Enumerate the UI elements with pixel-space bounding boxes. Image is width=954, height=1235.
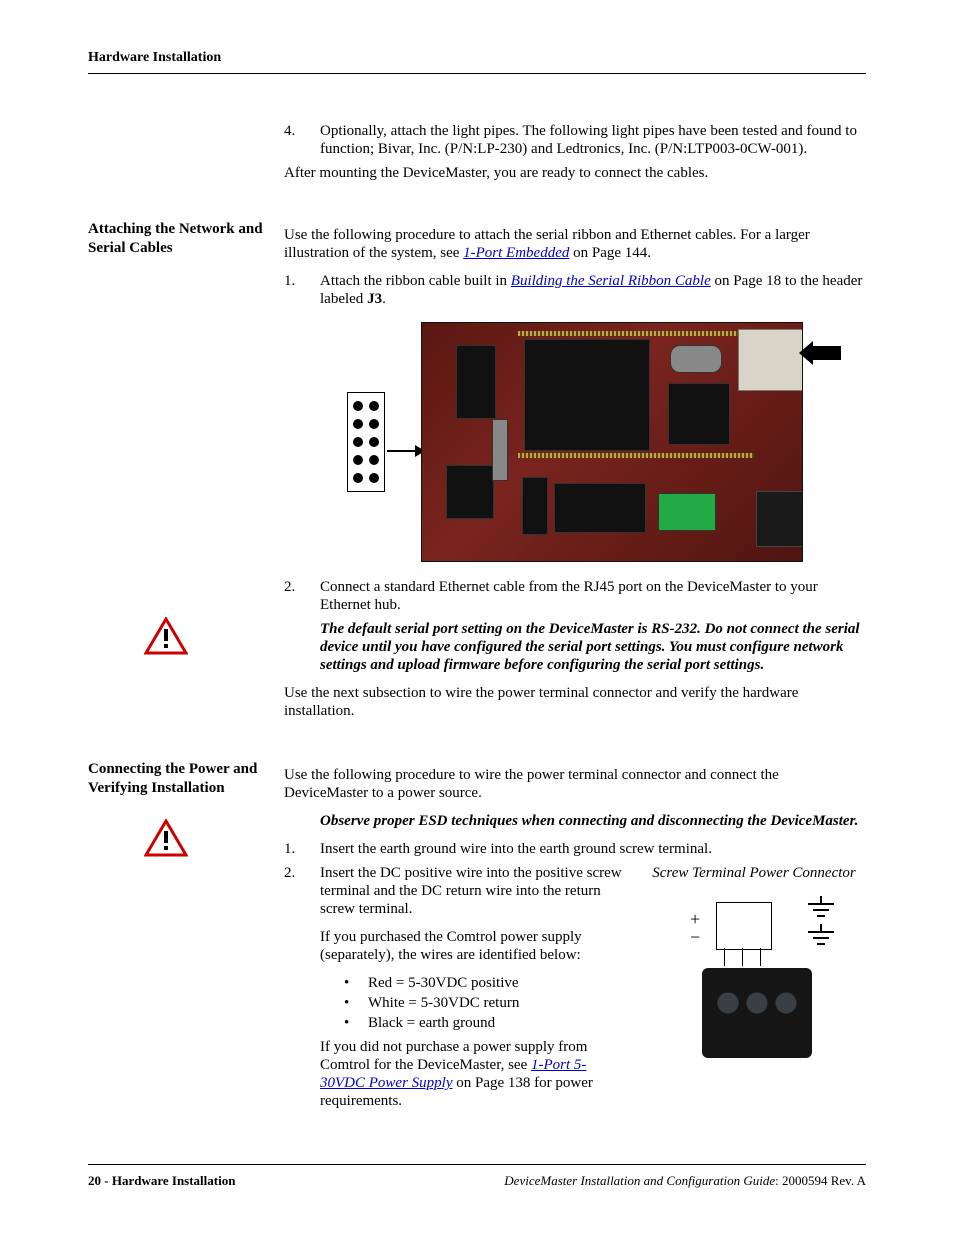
side-heading-attaching: Attaching the Network and Serial Cables — [88, 220, 278, 258]
footer-rev: : 2000594 Rev. A — [775, 1173, 866, 1188]
top-block: 4. Optionally, attach the light pipes. T… — [88, 122, 866, 192]
page-footer: 20 - Hardware Installation DeviceMaster … — [88, 1164, 866, 1189]
attaching-step-1-number: 1. — [284, 272, 306, 308]
attaching-intro: Use the following procedure to attach th… — [284, 226, 866, 262]
side-heading-connecting: Connecting the Power and Verifying Insta… — [88, 760, 278, 798]
wire-color-list: •Red = 5-30VDC positive •White = 5-30VDC… — [320, 974, 624, 1032]
attaching-step-1-a: Attach the ribbon cable built in — [320, 273, 511, 289]
ground-icon — [806, 924, 836, 955]
page: Hardware Installation 4. Optionally, att… — [0, 0, 954, 1235]
step-4-number: 4. — [284, 122, 306, 158]
list-item: •Red = 5-30VDC positive — [320, 974, 624, 992]
power-connector-icon — [756, 491, 803, 547]
connecting-step-2-number: 2. — [284, 864, 306, 1120]
step-4-text: Optionally, attach the light pipes. The … — [320, 122, 866, 158]
list-item: •White = 5-30VDC return — [320, 994, 624, 1012]
wire-red: Red = 5-30VDC positive — [368, 974, 519, 992]
screw-terminal-connector-icon — [702, 968, 812, 1058]
header-pins-icon — [347, 392, 385, 492]
no-purchase-para: If you did not purchase a power supply f… — [320, 1038, 624, 1110]
section-attaching: Attaching the Network and Serial Cables … — [88, 220, 866, 730]
j3-label: J3 — [367, 291, 382, 307]
list-item: •Black = earth ground — [320, 1014, 624, 1032]
after-mounting-text: After mounting the DeviceMaster, you are… — [284, 164, 866, 182]
minus-icon: − — [690, 928, 700, 946]
plus-icon: + — [690, 910, 700, 928]
connecting-step-1-text: Insert the earth ground wire into the ea… — [320, 840, 866, 858]
section-connecting: Connecting the Power and Verifying Insta… — [88, 760, 866, 1126]
rj45-port-icon — [738, 329, 803, 391]
warning-icon — [144, 819, 188, 857]
wire-black: Black = earth ground — [368, 1014, 495, 1032]
footer-left: 20 - Hardware Installation — [88, 1173, 235, 1189]
screw-terminal-caption: Screw Terminal Power Connector — [642, 864, 866, 882]
connecting-step-1-number: 1. — [284, 840, 306, 858]
rs232-warning: The default serial port setting on the D… — [320, 620, 866, 674]
esd-warning: Observe proper ESD techniques when conne… — [320, 812, 866, 830]
attaching-step-2: 2. Connect a standard Ethernet cable fro… — [284, 578, 866, 614]
connecting-step-2-text: Insert the DC positive wire into the pos… — [320, 864, 624, 918]
running-header: Hardware Installation — [88, 50, 866, 74]
step-4: 4. Optionally, attach the light pipes. T… — [284, 122, 866, 158]
connecting-step-2: 2. Insert the DC positive wire into the … — [284, 864, 866, 1120]
attaching-step-1-c: . — [382, 291, 386, 307]
attaching-step-1: 1. Attach the ribbon cable built in Buil… — [284, 272, 866, 308]
attaching-step-2-number: 2. — [284, 578, 306, 614]
footer-title: DeviceMaster Installation and Configurat… — [504, 1173, 775, 1188]
connecting-step-1: 1. Insert the earth ground wire into the… — [284, 840, 866, 858]
wire-white: White = 5-30VDC return — [368, 994, 519, 1012]
warning-icon — [144, 617, 188, 655]
ground-icon — [806, 896, 836, 927]
attaching-step-1-body: Attach the ribbon cable built in Buildin… — [320, 272, 866, 308]
link-1port-embedded[interactable]: 1-Port Embedded — [463, 245, 569, 261]
arrow-to-rj45-icon — [811, 346, 841, 360]
connecting-intro: Use the following procedure to wire the … — [284, 766, 866, 802]
supply-intro: If you purchased the Comtrol power suppl… — [320, 928, 624, 964]
screw-terminal-figure: Screw Terminal Power Connector + − — [642, 864, 866, 1060]
attaching-tail: Use the next subsection to wire the powe… — [284, 684, 866, 720]
attaching-intro-b: on Page 144. — [569, 245, 651, 261]
attaching-step-2-text: Connect a standard Ethernet cable from t… — [320, 578, 866, 614]
pcb-photo — [421, 322, 803, 562]
footer-right: DeviceMaster Installation and Configurat… — [504, 1173, 866, 1189]
arrow-to-j3-icon — [387, 450, 423, 452]
pcb-figure — [284, 322, 866, 562]
link-building-ribbon-cable[interactable]: Building the Serial Ribbon Cable — [511, 273, 711, 289]
